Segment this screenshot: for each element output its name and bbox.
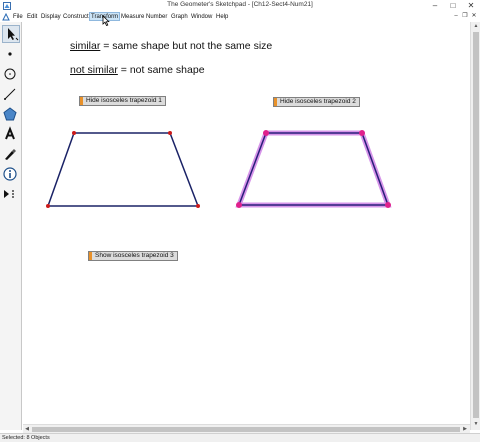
trapezoid-2-vertex[interactable] (359, 130, 365, 136)
trapezoid-2-vertex[interactable] (236, 202, 242, 208)
mouse-cursor-icon (102, 15, 110, 27)
vertical-scrollbar[interactable]: ▲ ▼ (470, 22, 480, 430)
status-text: Selected: 8 Objects (2, 435, 50, 441)
sketch-shapes (46, 130, 392, 208)
trapezoid-1-vertex[interactable] (196, 204, 200, 208)
status-bar: Selected: 8 Objects (0, 433, 480, 442)
trapezoid-2[interactable] (237, 132, 390, 206)
horizontal-scrollbar[interactable]: ◀ ▶ (23, 424, 470, 433)
trapezoid-1[interactable] (46, 132, 200, 207)
scroll-up-icon[interactable]: ▲ (471, 22, 480, 30)
vertical-scroll-thumb[interactable] (473, 32, 479, 418)
scroll-down-icon[interactable]: ▼ (471, 420, 480, 428)
trapezoid-1-vertex[interactable] (46, 204, 50, 208)
trapezoid-1-vertex[interactable] (72, 131, 76, 135)
trapezoid-1-vertex[interactable] (168, 131, 172, 135)
trapezoid-2-vertex[interactable] (263, 130, 269, 136)
horizontal-scroll-thumb[interactable] (32, 427, 460, 432)
trapezoid-2-vertex[interactable] (385, 202, 391, 208)
